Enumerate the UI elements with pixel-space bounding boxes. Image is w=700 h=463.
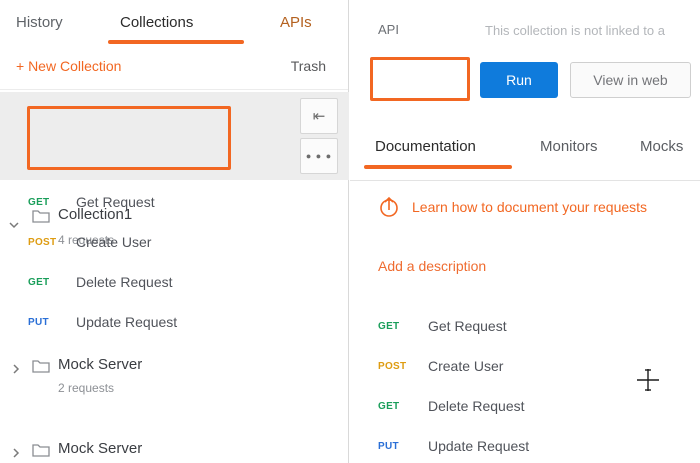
doc-request-item[interactable]: GET Get Request (350, 308, 700, 348)
active-tab-underline (364, 165, 512, 169)
request-name: Get Request (428, 318, 507, 334)
tab-history[interactable]: History (16, 14, 63, 31)
arrow-to-bar-icon: ⇤ (313, 107, 326, 125)
collection-item-collection1[interactable]: Collection1 4 requests (0, 92, 349, 180)
chevron-right-icon[interactable] (10, 446, 22, 463)
collection-meta: 2 requests (58, 381, 114, 395)
ellipsis-icon: ● ● ● (306, 151, 332, 161)
tab-collections[interactable]: Collections (120, 14, 193, 31)
learn-documentation-link[interactable]: Learn how to document your requests (378, 196, 700, 222)
tab-mocks[interactable]: Mocks (640, 138, 683, 155)
chevron-right-icon[interactable] (10, 362, 22, 380)
learn-link-text: Learn how to document your requests (412, 199, 647, 215)
request-name: Delete Request (428, 398, 525, 414)
api-label: API (378, 22, 399, 37)
tab-monitors[interactable]: Monitors (540, 138, 598, 155)
request-name: Get Request (76, 194, 155, 210)
tab-documentation[interactable]: Documentation (375, 138, 476, 155)
collection-details-panel: API This collection is not linked to a S… (350, 0, 700, 463)
method-label: POST (378, 361, 420, 372)
request-name: Update Request (428, 438, 529, 454)
more-options-button[interactable]: ● ● ● (300, 138, 338, 174)
view-in-web-button[interactable]: View in web (570, 62, 691, 98)
request-name: Update Request (76, 314, 177, 330)
run-button[interactable]: Run (480, 62, 558, 98)
method-label: POST (28, 237, 70, 248)
doc-request-item[interactable]: GET Delete Request (350, 388, 700, 428)
method-label: GET (28, 197, 70, 208)
method-label: GET (378, 401, 420, 412)
not-linked-text: This collection is not linked to a (485, 23, 700, 38)
publish-globe-icon (378, 196, 400, 222)
collection-item-mock-server[interactable]: Mock Server 2 requests (0, 348, 349, 404)
request-name: Create User (76, 234, 151, 250)
doc-request-item[interactable]: POST Create User (350, 348, 700, 388)
app-window: History Collections APIs + New Collectio… (0, 0, 700, 463)
method-label: PUT (28, 317, 70, 328)
sidebar: History Collections APIs + New Collectio… (0, 0, 349, 463)
doc-request-item[interactable]: PUT Update Request (350, 428, 700, 463)
add-description-link[interactable]: Add a description (378, 258, 486, 274)
request-item[interactable]: POST Create User (0, 224, 349, 264)
trash-button[interactable]: Trash (291, 58, 326, 74)
open-in-tab-button[interactable]: ⇤ (300, 98, 338, 134)
sidebar-actions-row: + New Collection Trash (0, 44, 348, 90)
request-item[interactable]: GET Delete Request (0, 264, 349, 304)
divider (350, 180, 700, 181)
folder-icon (32, 358, 50, 379)
request-name: Delete Request (76, 274, 173, 290)
collection-name: Mock Server (58, 440, 142, 457)
method-label: GET (378, 321, 420, 332)
request-name: Create User (428, 358, 503, 374)
method-label: PUT (378, 441, 420, 452)
tab-apis[interactable]: APIs (280, 14, 312, 31)
collection-name: Mock Server (58, 356, 142, 373)
request-item[interactable]: GET Get Request (0, 184, 349, 224)
request-item[interactable]: PUT Update Request (0, 304, 349, 344)
new-collection-button[interactable]: + New Collection (16, 58, 121, 74)
collection-item-mock-server-2[interactable]: Mock Server (0, 432, 349, 463)
method-label: GET (28, 277, 70, 288)
folder-icon (32, 442, 50, 463)
